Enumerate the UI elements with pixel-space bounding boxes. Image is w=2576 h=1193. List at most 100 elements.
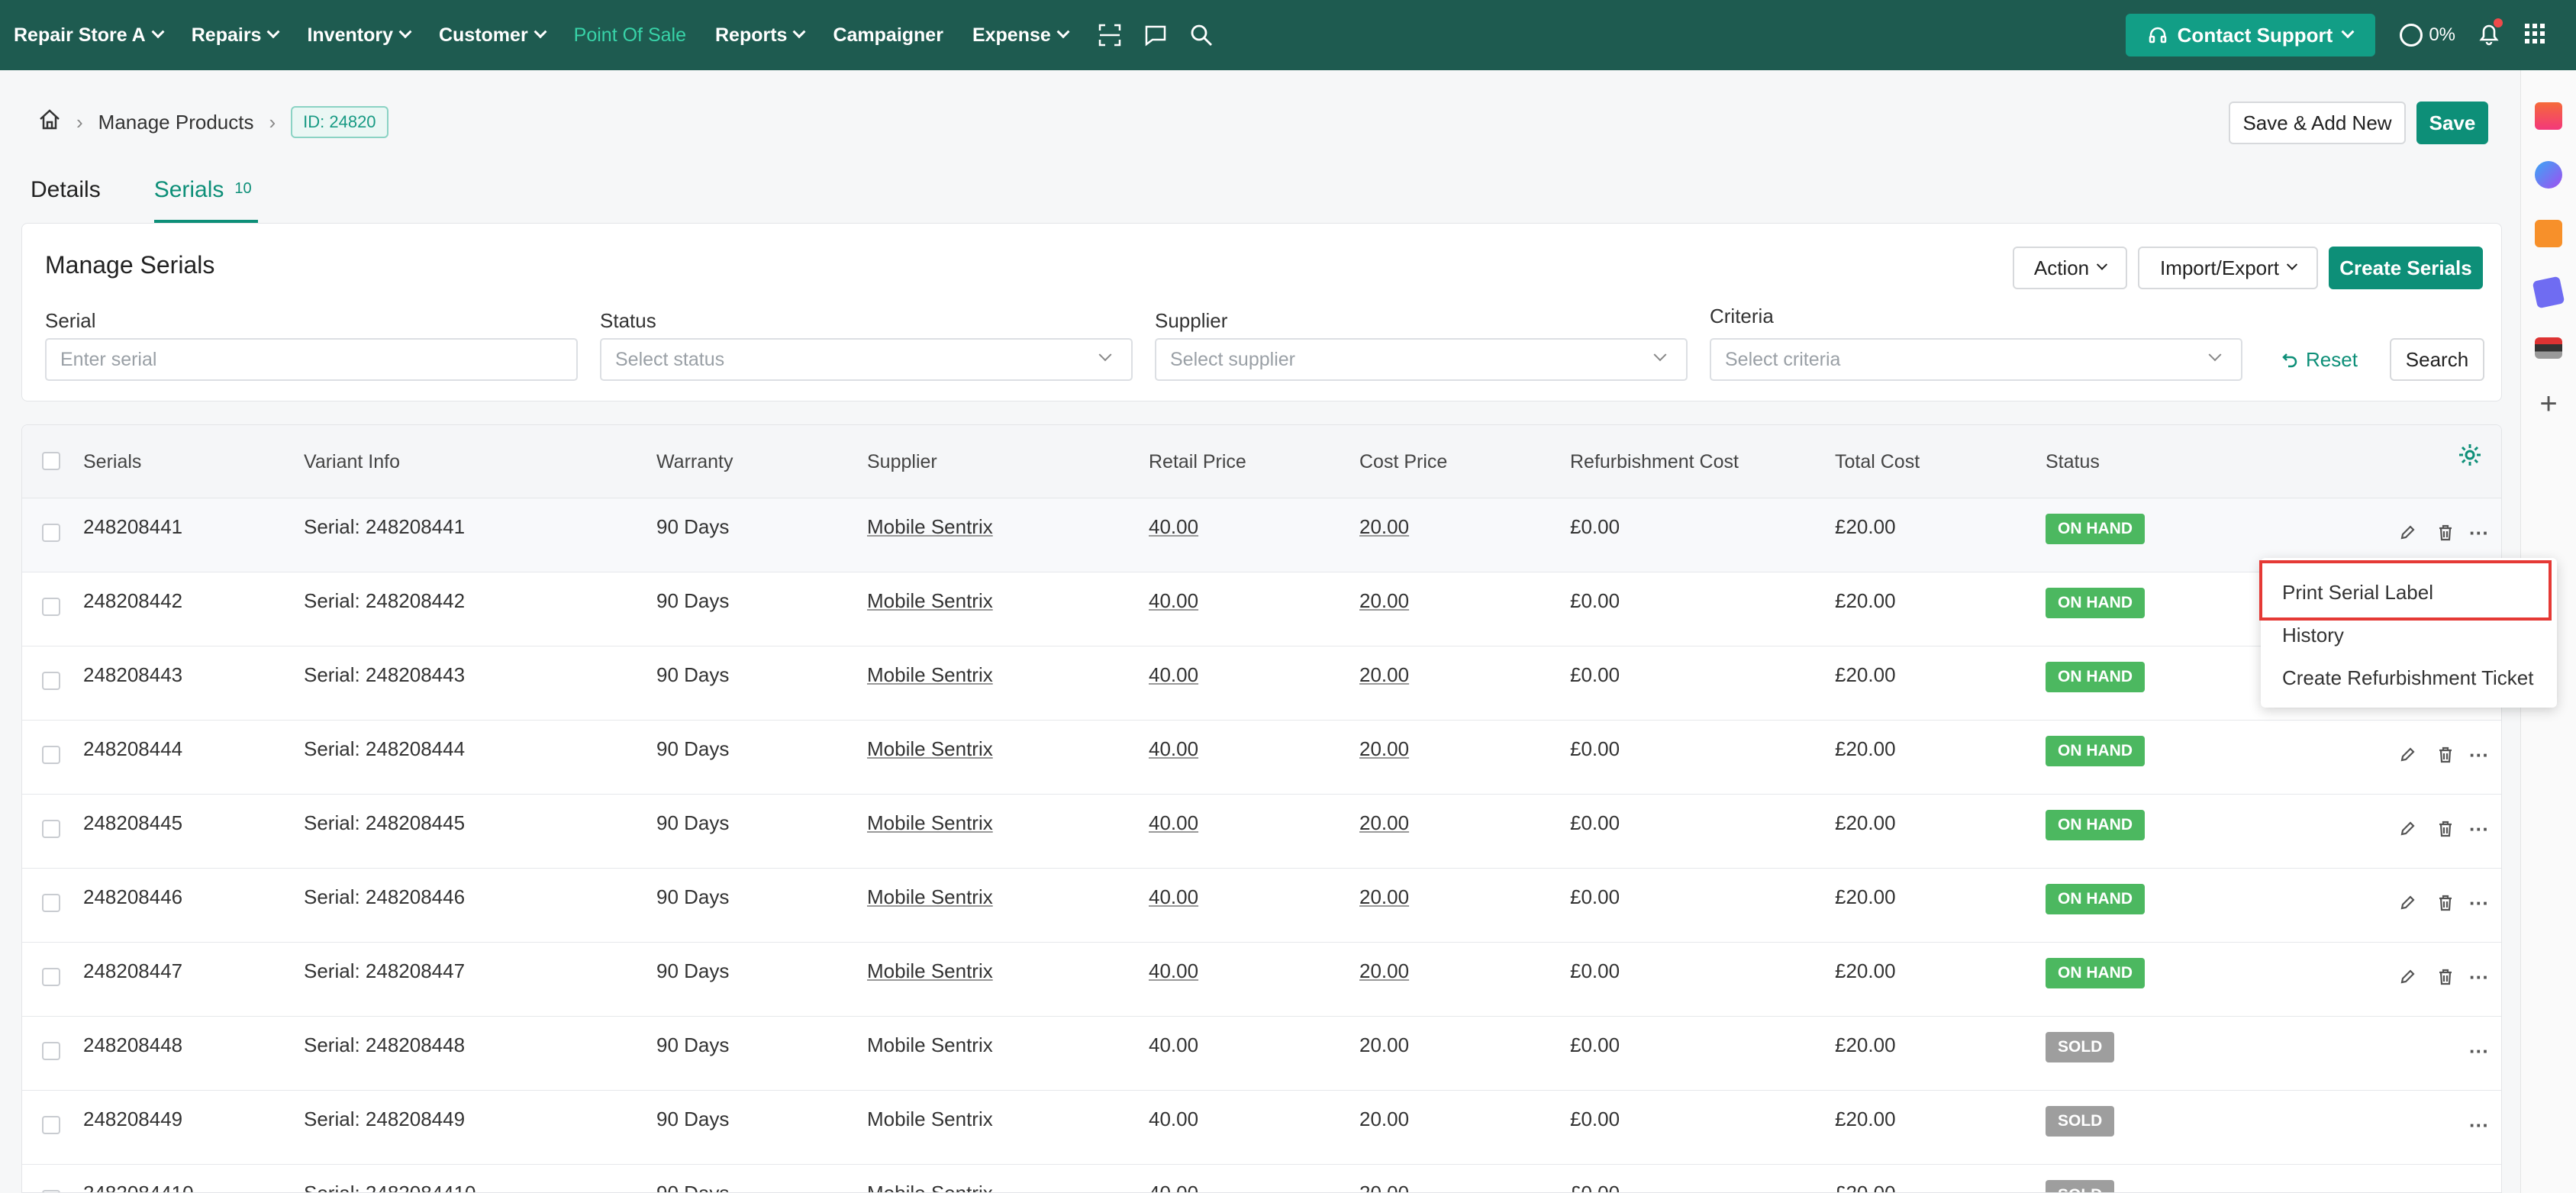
cell-supplier[interactable]: Mobile Sentrix [867, 589, 993, 613]
col-cost-price[interactable]: Cost Price [1359, 451, 1447, 473]
save-add-new-button[interactable]: Save & Add New [2229, 102, 2406, 144]
edit-pencil-icon[interactable] [2396, 521, 2419, 544]
edit-pencil-icon[interactable] [2396, 892, 2419, 914]
cell-retail-price[interactable]: 40.00 [1149, 959, 1198, 983]
plus-icon[interactable]: + [2539, 389, 2557, 419]
row-checkbox[interactable] [42, 1116, 60, 1134]
nav-repairs[interactable]: Repairs [192, 24, 280, 47]
store-switcher[interactable]: Repair Store A [14, 24, 165, 47]
menu-history[interactable]: History [2282, 624, 2344, 647]
cell-cost-price[interactable]: 20.00 [1359, 811, 1409, 835]
criteria-select[interactable]: Select criteria [1710, 338, 2242, 381]
delete-trash-icon[interactable] [2434, 743, 2457, 766]
search-button[interactable]: Search [2390, 338, 2484, 381]
table-row[interactable]: 248208445 Serial: 248208445 90 Days Mobile … [22, 795, 2501, 869]
supplier-select[interactable]: Select supplier [1155, 338, 1688, 381]
cell-cost-price[interactable]: 20.00 [1359, 737, 1409, 761]
breadcrumb-manage-products[interactable]: Manage Products [98, 111, 254, 134]
card-icon[interactable] [2535, 337, 2562, 359]
edit-pencil-icon[interactable] [2396, 743, 2419, 766]
cell-retail-price[interactable]: 40.00 [1149, 589, 1198, 613]
cell-cost-price[interactable]: 20.00 [1359, 589, 1409, 613]
row-checkbox[interactable] [42, 820, 60, 838]
table-row[interactable]: 248208448 Serial: 248208448 90 Days Mobile … [22, 1017, 2501, 1091]
cell-supplier[interactable]: Mobile Sentrix [867, 515, 993, 539]
select-all-checkbox[interactable] [42, 452, 60, 470]
more-options-icon[interactable]: ··· [2468, 1188, 2491, 1193]
cell-supplier[interactable]: Mobile Sentrix [867, 811, 993, 835]
col-total-cost[interactable]: Total Cost [1835, 451, 1920, 473]
nav-campaigner[interactable]: Campaigner [833, 24, 943, 47]
col-status[interactable]: Status [2046, 451, 2100, 473]
edit-pencil-icon[interactable] [2396, 966, 2419, 988]
edit-pencil-icon[interactable] [2396, 817, 2419, 840]
cell-supplier[interactable]: Mobile Sentrix [867, 885, 993, 909]
cell-retail-price[interactable]: 40.00 [1149, 737, 1198, 761]
nav-customer[interactable]: Customer [439, 24, 547, 47]
import-export-button[interactable]: Import/Export [2138, 247, 2318, 289]
setup-progress[interactable]: 0% [2400, 24, 2455, 47]
cell-retail-price[interactable]: 40.00 [1149, 885, 1198, 909]
table-row[interactable]: 248208447 Serial: 248208447 90 Days Mobile … [22, 943, 2501, 1017]
save-button[interactable]: Save [2416, 102, 2488, 144]
column-settings-gear-icon[interactable] [2457, 442, 2483, 472]
row-checkbox[interactable] [42, 968, 60, 986]
row-checkbox[interactable] [42, 894, 60, 912]
more-options-icon[interactable]: ··· [2468, 1040, 2491, 1062]
search-icon[interactable] [1188, 22, 1214, 48]
cell-cost-price[interactable]: 20.00 [1359, 515, 1409, 539]
notifications-button[interactable] [2477, 18, 2503, 50]
row-checkbox[interactable] [42, 524, 60, 542]
contact-support-button[interactable]: Contact Support [2125, 14, 2376, 56]
cell-cost-price[interactable]: 20.00 [1359, 959, 1409, 983]
nav-inventory[interactable]: Inventory [307, 24, 412, 47]
tag-icon[interactable] [2532, 276, 2565, 309]
table-row[interactable]: 248208442 Serial: 248208442 90 Days Mobile … [22, 572, 2501, 646]
more-options-icon[interactable]: ··· [2468, 521, 2491, 544]
table-row[interactable]: 248208446 Serial: 248208446 90 Days Mobile … [22, 869, 2501, 943]
delete-trash-icon[interactable] [2434, 892, 2457, 914]
nav-point-of-sale[interactable]: Point Of Sale [574, 24, 686, 47]
action-dropdown-button[interactable]: Action [2013, 247, 2127, 289]
apps-grid-button[interactable] [2524, 23, 2545, 48]
reset-button[interactable]: Reset [2281, 338, 2358, 381]
row-checkbox[interactable] [42, 1042, 60, 1060]
table-row[interactable]: 248208443 Serial: 248208443 90 Days Mobile … [22, 646, 2501, 721]
table-row[interactable]: 248208441 Serial: 248208441 90 Days Mobile … [22, 498, 2501, 572]
create-serials-button[interactable]: Create Serials [2329, 247, 2483, 289]
menu-create-refurbishment-ticket[interactable]: Create Refurbishment Ticket [2282, 666, 2533, 690]
col-warranty[interactable]: Warranty [656, 451, 733, 473]
table-row[interactable]: 2482084410 Serial: 2482084410 90 Days Mobil… [22, 1165, 2501, 1193]
sticky-note-icon[interactable] [2535, 220, 2562, 247]
cell-retail-price[interactable]: 40.00 [1149, 515, 1198, 539]
delete-trash-icon[interactable] [2434, 521, 2457, 544]
cell-retail-price[interactable]: 40.00 [1149, 811, 1198, 835]
more-options-icon[interactable]: ··· [2468, 817, 2491, 840]
more-options-icon[interactable]: ··· [2468, 892, 2491, 914]
more-options-icon[interactable]: ··· [2468, 1114, 2491, 1137]
cell-supplier[interactable]: Mobile Sentrix [867, 737, 993, 761]
more-options-icon[interactable]: ··· [2468, 966, 2491, 988]
serial-input[interactable]: Enter serial [45, 338, 578, 381]
row-checkbox[interactable] [42, 598, 60, 616]
cell-supplier[interactable]: Mobile Sentrix [867, 959, 993, 983]
table-row[interactable]: 248208449 Serial: 248208449 90 Days Mobile … [22, 1091, 2501, 1165]
row-checkbox[interactable] [42, 1190, 60, 1192]
row-checkbox[interactable] [42, 746, 60, 764]
tab-serials[interactable]: Serials 10 [153, 177, 258, 223]
delete-trash-icon[interactable] [2434, 817, 2457, 840]
col-refurbishment-cost[interactable]: Refurbishment Cost [1570, 451, 1739, 473]
cell-cost-price[interactable]: 20.00 [1359, 663, 1409, 687]
table-row[interactable]: 248208444 Serial: 248208444 90 Days Mobile … [22, 721, 2501, 795]
more-options-icon[interactable]: ··· [2468, 743, 2491, 766]
col-retail-price[interactable]: Retail Price [1149, 451, 1246, 473]
nav-reports[interactable]: Reports [715, 24, 806, 47]
col-supplier[interactable]: Supplier [867, 451, 937, 473]
nav-expense[interactable]: Expense [972, 24, 1070, 47]
col-serials[interactable]: Serials [83, 451, 141, 473]
cell-cost-price[interactable]: 20.00 [1359, 885, 1409, 909]
tab-details[interactable]: Details [31, 177, 101, 223]
scan-icon[interactable] [1097, 22, 1123, 48]
chat-bubbles-icon[interactable] [2535, 161, 2562, 189]
status-select[interactable]: Select status [600, 338, 1133, 381]
